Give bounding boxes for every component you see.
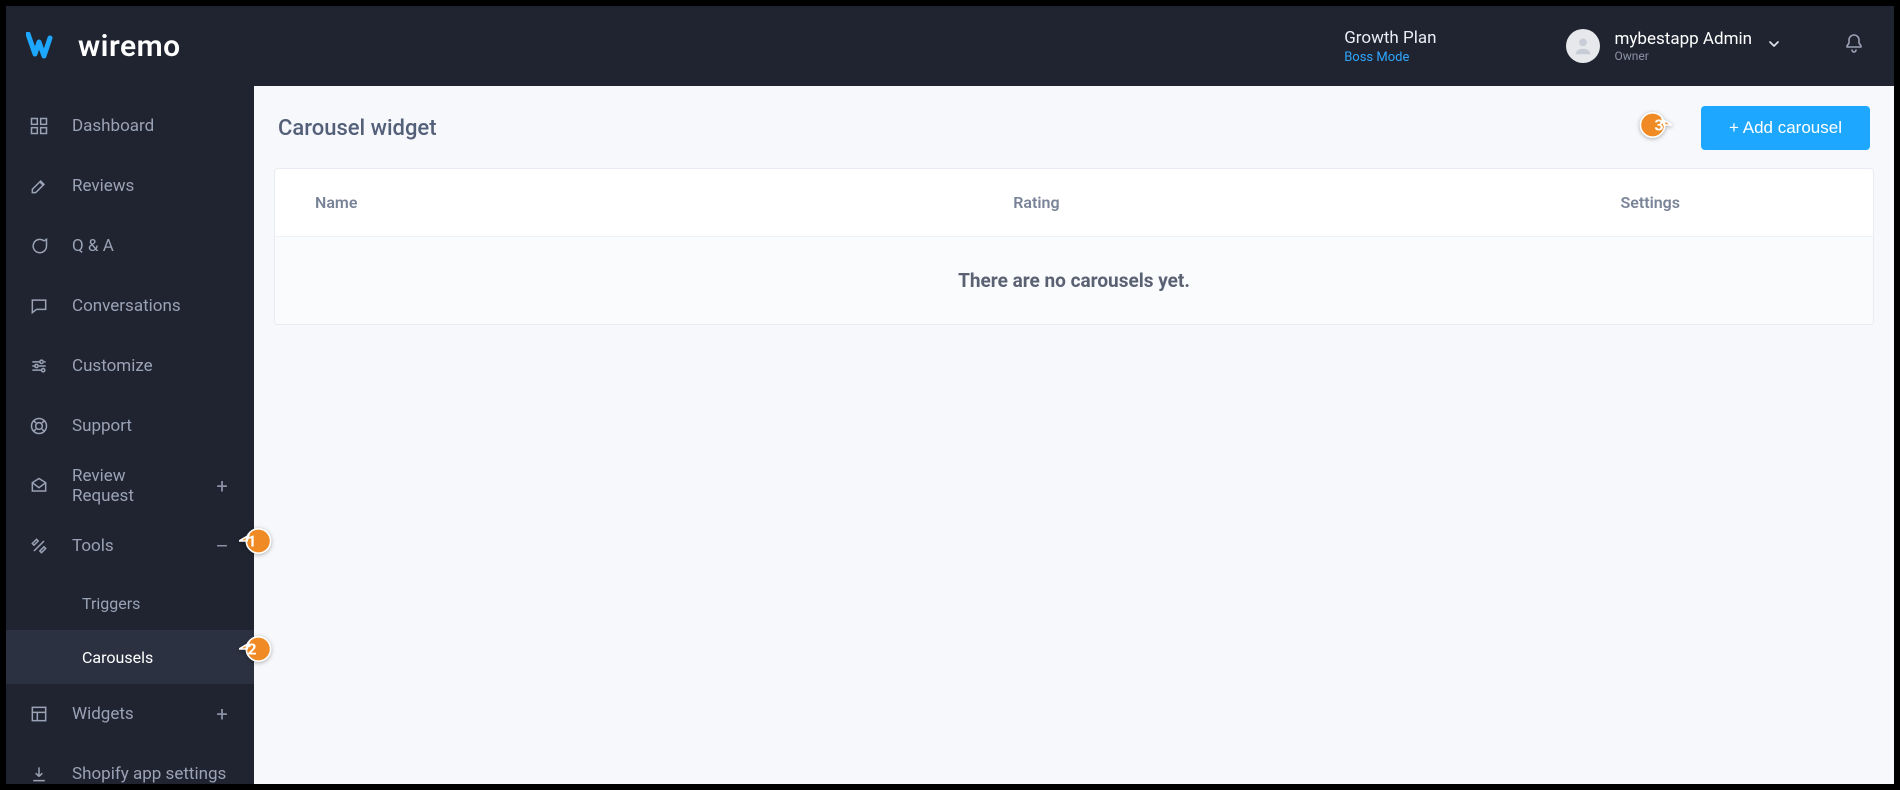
dashboard-icon [28, 115, 50, 137]
sidebar-item-carousels[interactable]: Carousels [6, 630, 254, 684]
layout-icon [28, 703, 50, 725]
sidebar-item-label: Triggers [82, 594, 232, 613]
sidebar-item-label: Widgets [72, 704, 190, 724]
table-header: Name Rating Settings [275, 169, 1873, 237]
download-icon [28, 763, 50, 784]
brand-name: wiremo [78, 29, 181, 64]
avatar-icon [1566, 29, 1600, 63]
brand-logo-icon [26, 28, 62, 64]
envelope-icon [28, 475, 50, 497]
plan-mode: Boss Mode [1344, 50, 1409, 65]
empty-state-message: There are no carousels yet. [275, 237, 1873, 324]
sidebar-item-customize[interactable]: Customize [6, 336, 254, 396]
carousels-table: Name Rating Settings There are no carous… [274, 168, 1874, 325]
comment-icon [28, 295, 50, 317]
sidebar-item-label: Review Request [72, 466, 190, 506]
add-carousel-label: + Add carousel [1729, 118, 1842, 138]
sidebar-item-review-request[interactable]: Review Request + [6, 456, 254, 516]
chat-icon [28, 235, 50, 257]
expand-icon: + [212, 474, 232, 498]
chevron-down-icon [1766, 36, 1782, 56]
sidebar-item-support[interactable]: Support [6, 396, 254, 456]
sidebar-item-triggers[interactable]: Triggers [6, 576, 254, 630]
sidebar-item-label: Tools [72, 536, 190, 556]
sidebar-item-qa[interactable]: Q & A [6, 216, 254, 276]
brand[interactable]: wiremo [26, 28, 181, 64]
sidebar-item-label: Q & A [72, 236, 232, 256]
column-rating: Rating [1013, 193, 1620, 212]
add-carousel-button[interactable]: + Add carousel [1701, 106, 1870, 150]
user-name: mybestapp Admin [1614, 29, 1752, 49]
sidebar-item-reviews[interactable]: Reviews [6, 156, 254, 216]
sliders-icon [28, 355, 50, 377]
lifebuoy-icon [28, 415, 50, 437]
sidebar-item-label: Reviews [72, 176, 232, 196]
app-header: wiremo Growth Plan Boss Mode mybestapp A… [6, 6, 1894, 86]
user-role: Owner [1614, 49, 1752, 63]
column-settings: Settings [1620, 193, 1833, 212]
collapse-icon: – [212, 534, 232, 558]
page-title: Carousel widget [278, 116, 437, 141]
sidebar-item-label: Shopify app settings [72, 764, 232, 784]
sidebar-item-label: Customize [72, 356, 232, 376]
sidebar-item-label: Dashboard [72, 116, 232, 136]
notifications-bell-icon[interactable] [1842, 32, 1866, 60]
user-menu[interactable]: mybestapp Admin Owner [1566, 29, 1782, 63]
sidebar-item-widgets[interactable]: Widgets + [6, 684, 254, 744]
sidebar-item-tools[interactable]: Tools – [6, 516, 254, 576]
sidebar: Dashboard Reviews Q & A Conversations Cu… [6, 86, 254, 784]
sidebar-item-label: Conversations [72, 296, 232, 316]
expand-icon: + [212, 702, 232, 726]
plan-name: Growth Plan [1344, 28, 1436, 48]
sidebar-item-dashboard[interactable]: Dashboard [6, 96, 254, 156]
tools-icon [28, 535, 50, 557]
sidebar-item-label: Support [72, 416, 232, 436]
sidebar-item-shopify-settings[interactable]: Shopify app settings [6, 744, 254, 784]
main-content: Carousel widget + Add carousel Name Rati… [254, 86, 1894, 784]
edit-icon [28, 175, 50, 197]
sidebar-item-label: Carousels [82, 648, 232, 667]
sidebar-item-conversations[interactable]: Conversations [6, 276, 254, 336]
plan-info[interactable]: Growth Plan Boss Mode [1344, 28, 1436, 65]
column-name: Name [315, 193, 1013, 212]
